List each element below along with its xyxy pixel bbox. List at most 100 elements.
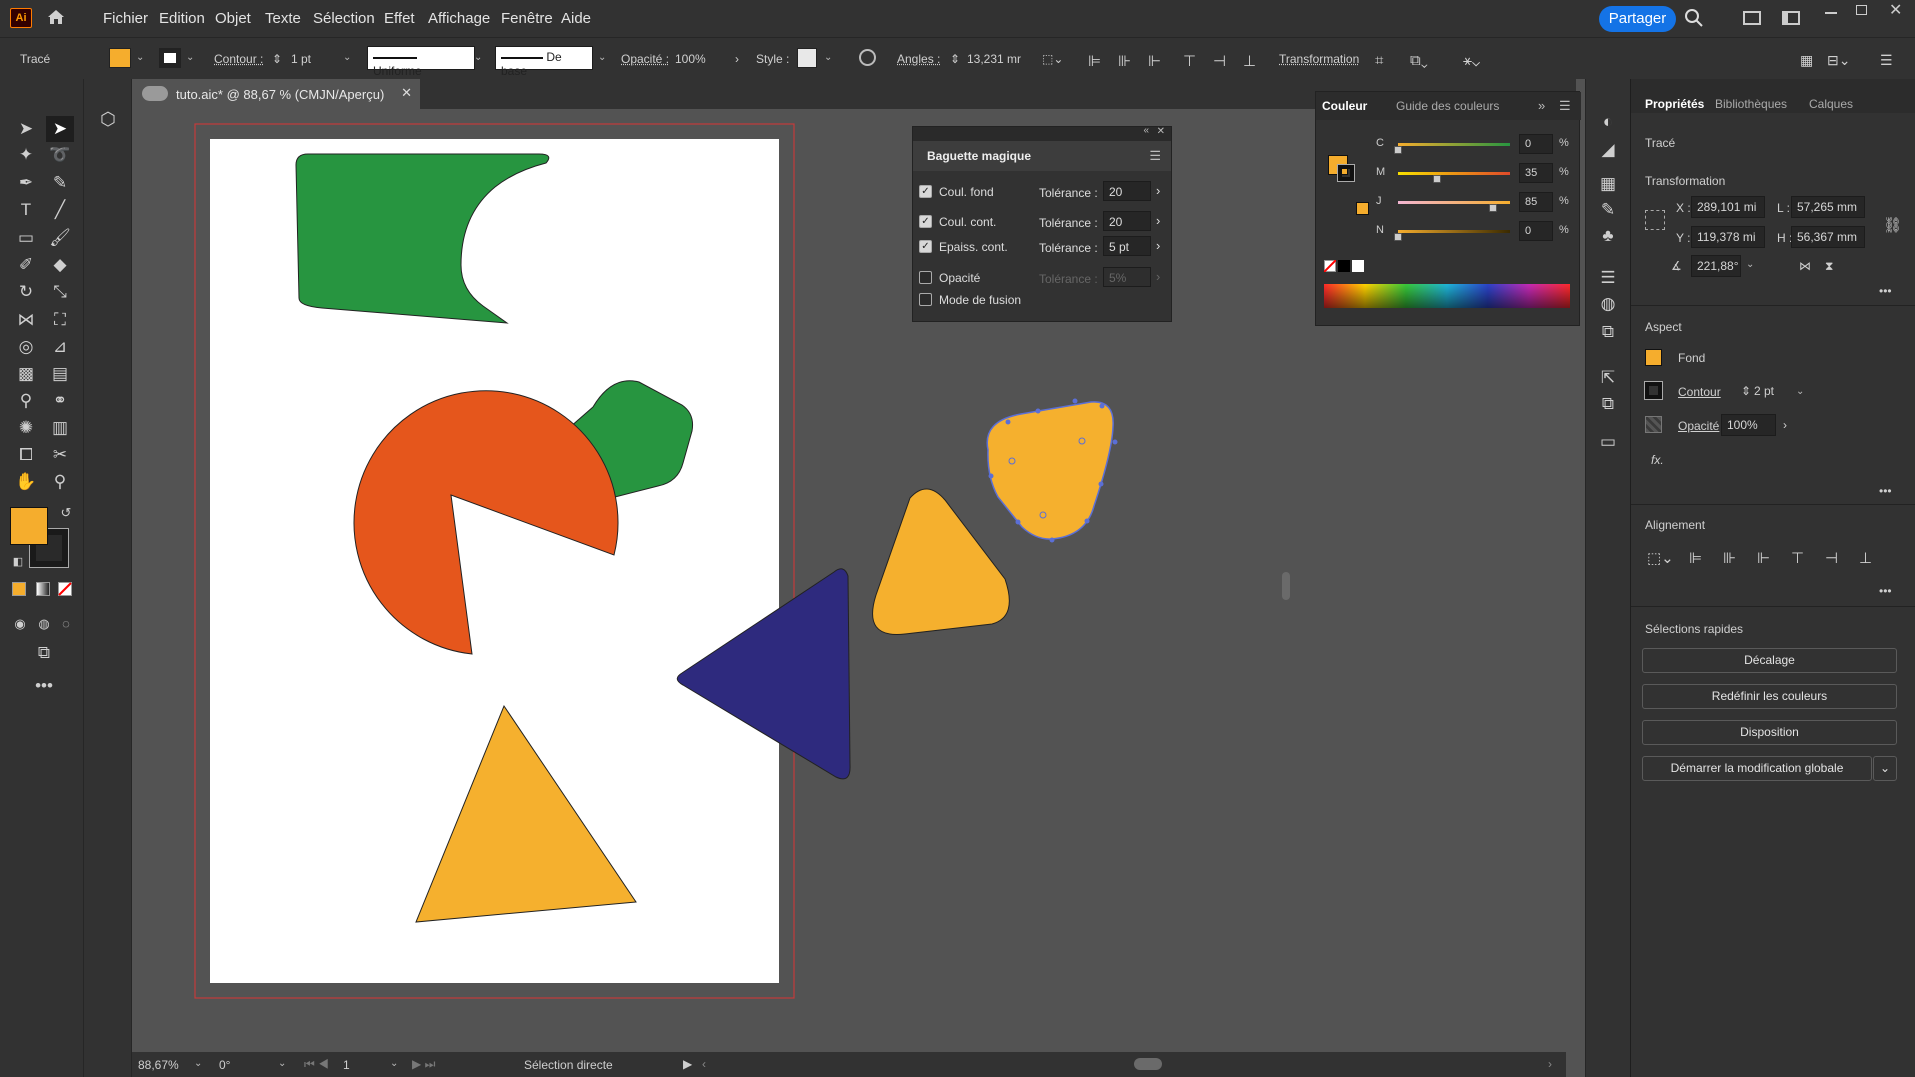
default-colors-icon[interactable]: ◧	[4, 549, 32, 575]
angle-stepper-icon[interactable]: ⇕	[950, 52, 960, 66]
paintbrush-tool-icon[interactable]: 🖌	[46, 225, 74, 251]
expand-icon[interactable]: »	[1538, 98, 1545, 113]
transparency-icon[interactable]: ⧉	[1594, 319, 1622, 345]
selection-tool-icon[interactable]: ➤	[12, 116, 40, 142]
line-tool-icon[interactable]: ╱	[46, 197, 74, 223]
global-edit-dropdown[interactable]: ⌄	[1873, 756, 1897, 781]
rectangle-tool-icon[interactable]: ▭	[12, 225, 40, 251]
scroll-left-icon[interactable]: ‹	[702, 1057, 706, 1071]
status-menu-icon[interactable]: ▶	[683, 1057, 692, 1071]
color-panel-icon[interactable]: ◐	[1594, 109, 1622, 135]
channel-value-field[interactable]: 0	[1519, 134, 1553, 154]
stroke-swatch[interactable]	[1644, 381, 1663, 400]
zoom-field[interactable]: 88,67%	[138, 1058, 179, 1072]
channel-value-field[interactable]: 0	[1519, 221, 1553, 241]
flip-horizontal-icon[interactable]: ⋈	[1799, 259, 1811, 273]
symbol-sprayer-tool-icon[interactable]: ✺	[12, 415, 40, 441]
menu-fenetre[interactable]: Fenêtre	[501, 10, 553, 27]
more-options-icon[interactable]: •••	[1879, 584, 1892, 598]
color-spectrum[interactable]	[1324, 284, 1570, 308]
swatches-icon[interactable]: ▦	[1594, 171, 1622, 197]
distribute-icon[interactable]: ⊟⌄	[1827, 52, 1850, 69]
channel-value-field[interactable]: 85	[1519, 192, 1553, 212]
first-artboard-icon[interactable]: ⏮ ◀	[304, 1057, 329, 1072]
fill-swatch[interactable]	[1645, 349, 1662, 366]
align-to-icon[interactable]: ⬚⌄	[1042, 52, 1063, 66]
angles-field[interactable]: 13,231 mr	[967, 52, 1021, 66]
maximize-icon[interactable]	[1856, 5, 1867, 15]
chevron-down-icon[interactable]: ⌄	[1746, 259, 1754, 270]
align-top-icon[interactable]: ⊤	[1183, 52, 1196, 70]
align-right-icon[interactable]: ⊩	[1757, 549, 1770, 567]
chevron-down-icon[interactable]: ⌄	[194, 1058, 202, 1069]
align-vcenter-icon[interactable]: ⊣	[1825, 549, 1838, 567]
reference-point-icon[interactable]	[1645, 210, 1665, 230]
transform-link[interactable]: Transformation	[1279, 52, 1359, 66]
style-swatch[interactable]	[797, 48, 817, 68]
option-checkbox[interactable]: ✓	[919, 215, 932, 228]
chevron-right-icon[interactable]: ›	[735, 52, 739, 66]
pen-tool-icon[interactable]: ✒	[12, 170, 40, 196]
channel-value-field[interactable]: 35	[1519, 163, 1553, 183]
isolate-icon[interactable]: ⌗	[1375, 52, 1383, 69]
align-hcenter-icon[interactable]: ⊪	[1723, 549, 1736, 567]
vertical-scrollbar[interactable]	[1282, 572, 1290, 600]
w-field[interactable]: 57,265 mm	[1791, 196, 1865, 218]
opacity-field[interactable]: 100%	[1721, 414, 1776, 436]
align-top-icon[interactable]: ⊤	[1791, 549, 1804, 567]
align-bottom-icon[interactable]: ⊥	[1859, 549, 1872, 567]
type-tool-icon[interactable]: T	[12, 197, 40, 223]
arrange-icon[interactable]: ▦	[1800, 52, 1813, 69]
tolerance-field[interactable]: 5 pt	[1103, 236, 1151, 256]
channel-slider[interactable]	[1398, 172, 1510, 175]
chevron-down-icon[interactable]: ⌄	[278, 1058, 286, 1069]
symbols-icon[interactable]: ♣	[1594, 223, 1622, 249]
chevron-down-icon[interactable]: ⌄	[598, 52, 606, 63]
chevron-down-icon[interactable]: ⌄	[186, 52, 194, 63]
channel-slider[interactable]	[1398, 230, 1510, 233]
graph-tool-icon[interactable]: ▥	[46, 415, 74, 441]
screen-mode-icon[interactable]: ⧉	[30, 640, 58, 666]
stroke-stepper-icon[interactable]: ⇕	[1741, 384, 1751, 398]
hand-tool-icon[interactable]: ✋	[12, 469, 40, 495]
tolerance-field[interactable]: 20	[1103, 181, 1151, 201]
slider-knob[interactable]	[1394, 146, 1402, 154]
color-mode-icon[interactable]	[12, 582, 26, 596]
slider-knob[interactable]	[1433, 175, 1442, 183]
menu-fichier[interactable]: Fichier	[103, 10, 148, 27]
brush-select[interactable]: De base	[495, 46, 593, 78]
align-left-icon[interactable]: ⊫	[1689, 549, 1702, 567]
stroke-label[interactable]: Contour	[1678, 385, 1721, 399]
share-button[interactable]: Partager	[1599, 6, 1676, 32]
close-icon[interactable]: ✕	[1889, 0, 1902, 20]
stroke-panel-icon[interactable]: ☰	[1594, 265, 1622, 291]
draw-inside-icon[interactable]: ◌	[52, 611, 80, 637]
angle-field[interactable]: 221,88°	[1691, 255, 1741, 277]
gradient-tool-icon[interactable]: ▤	[46, 361, 74, 387]
swap-colors-icon[interactable]: ↺	[52, 500, 80, 526]
panel-menu-icon[interactable]: ☰	[1880, 52, 1893, 69]
opacity-label[interactable]: Opacité :	[621, 52, 669, 66]
menu-affichage[interactable]: Affichage	[428, 10, 490, 27]
angles-label[interactable]: Angles :	[897, 52, 940, 66]
flip-vertical-icon[interactable]: ⧗	[1825, 259, 1833, 274]
option-checkbox[interactable]	[919, 293, 932, 306]
align-middle-icon[interactable]: ⊣	[1213, 52, 1226, 70]
scale-tool-icon[interactable]: ⤡	[46, 279, 74, 305]
chevron-down-icon[interactable]: ⌄	[1796, 386, 1804, 397]
chevron-right-icon[interactable]: ›	[1156, 238, 1160, 253]
free-transform-tool-icon[interactable]: ⛶	[46, 307, 74, 333]
chevron-right-icon[interactable]: ›	[1783, 418, 1787, 432]
menu-edition[interactable]: Edition	[159, 10, 205, 27]
artboard-tool-icon[interactable]: ⧠	[12, 442, 40, 468]
horizontal-scrollbar[interactable]	[1134, 1058, 1162, 1070]
shaper-tool-icon[interactable]: ✐	[12, 252, 40, 278]
curvature-tool-icon[interactable]: ✎	[46, 170, 74, 196]
zoom-tool-icon[interactable]: ⚲	[46, 469, 74, 495]
stroke-weight-field[interactable]: 2 pt	[1754, 384, 1774, 398]
gradient-mode-icon[interactable]	[36, 582, 50, 596]
fill-swatch[interactable]	[109, 48, 131, 68]
blend-tool-icon[interactable]: ⚭	[46, 388, 74, 414]
chevron-down-icon[interactable]: ⌄	[343, 52, 351, 63]
option-checkbox[interactable]	[919, 271, 932, 284]
